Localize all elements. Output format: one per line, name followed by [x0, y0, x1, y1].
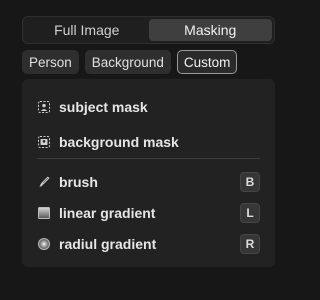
linear-gradient-label: linear gradient: [59, 205, 156, 221]
brush-icon: [37, 175, 51, 189]
linear-gradient-shortcut-key: L: [240, 203, 260, 223]
brush-tool-item[interactable]: brush B: [37, 171, 260, 193]
linear-gradient-tool-item[interactable]: linear gradient L: [37, 202, 260, 224]
mode-segmented-control: Full Image Masking: [22, 16, 275, 44]
subject-mask-item[interactable]: subject mask: [37, 96, 260, 118]
chip-custom[interactable]: Custom: [176, 50, 238, 74]
panel-divider: [37, 158, 260, 159]
radial-gradient-shortcut-key: R: [240, 234, 260, 254]
tab-masking[interactable]: Masking: [148, 19, 272, 41]
radial-gradient-tool-item[interactable]: radiul gradient R: [37, 233, 260, 255]
linear-gradient-icon: [37, 206, 51, 220]
subject-mask-icon: [37, 100, 51, 114]
chip-person[interactable]: Person: [22, 50, 79, 74]
radial-gradient-label: radiul gradient: [59, 236, 157, 252]
background-mask-icon: [37, 135, 51, 149]
mask-type-chips: Person Background Custom: [22, 50, 238, 74]
background-mask-label: background mask: [59, 134, 179, 150]
brush-shortcut-key: B: [240, 172, 260, 192]
background-mask-item[interactable]: background mask: [37, 131, 260, 153]
tab-full-image[interactable]: Full Image: [25, 19, 149, 41]
chip-background[interactable]: Background: [84, 50, 171, 74]
custom-mask-panel: subject mask background mask brush B lin…: [22, 79, 275, 267]
radial-gradient-icon: [37, 237, 51, 251]
brush-label: brush: [59, 174, 98, 190]
subject-mask-label: subject mask: [59, 99, 148, 115]
